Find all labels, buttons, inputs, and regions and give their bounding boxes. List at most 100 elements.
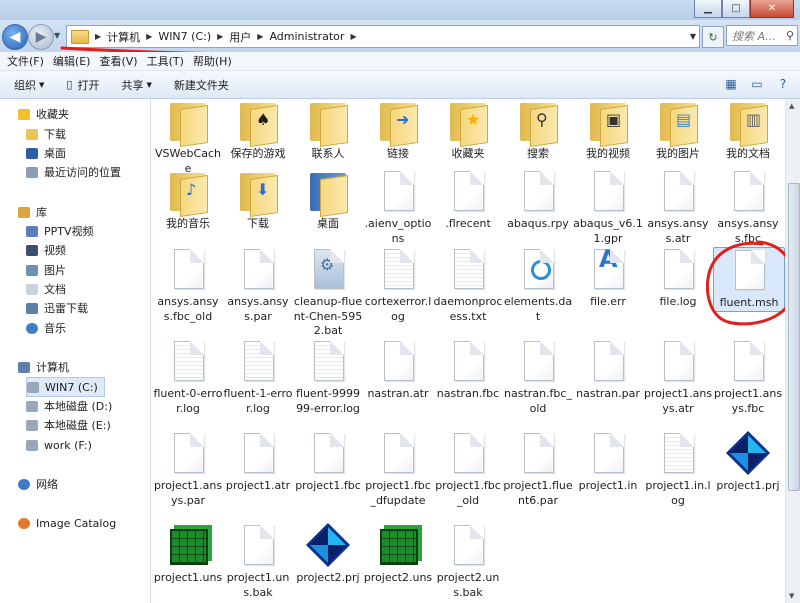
- folder-item[interactable]: 桌面: [293, 169, 363, 232]
- sidebar-item-computer[interactable]: 计算机: [18, 358, 69, 376]
- sidebar-item-desktop[interactable]: 桌面: [26, 144, 66, 162]
- folder-item[interactable]: ⬇ 下载: [223, 169, 293, 232]
- file-item[interactable]: daemonprocess.txt: [433, 247, 503, 324]
- organize-button[interactable]: 组织 ▼: [14, 77, 44, 93]
- forward-button[interactable]: ▶: [28, 24, 54, 50]
- folder-item[interactable]: ▣ 我的视频: [573, 99, 643, 162]
- breadcrumb-arrow-icon[interactable]: ▶: [95, 32, 101, 41]
- file-item-selected[interactable]: fluent.msh: [713, 247, 785, 312]
- vertical-scrollbar[interactable]: ▲ ▼: [785, 99, 800, 603]
- folder-item[interactable]: 联系人: [293, 99, 363, 162]
- file-item[interactable]: nastran.fbc_old: [503, 339, 573, 416]
- sidebar-item-drive-c[interactable]: WIN7 (C:): [26, 377, 105, 397]
- address-bar[interactable]: ▶ 计算机 ▶ WIN7 (C:) ▶ 用户 ▶ Administrator ▶…: [66, 25, 700, 48]
- file-item[interactable]: .aienv_options: [363, 169, 433, 246]
- menu-help[interactable]: 帮助(H): [193, 53, 232, 69]
- scroll-up-icon[interactable]: ▲: [789, 102, 794, 110]
- sidebar-item-pictures[interactable]: 图片: [26, 261, 66, 279]
- file-item[interactable]: .flrecent: [433, 169, 503, 232]
- sidebar-item-documents[interactable]: 文档: [26, 280, 66, 298]
- sidebar-item-downloads[interactable]: 下载: [26, 125, 66, 143]
- file-item[interactable]: ansys.ansys.par: [223, 247, 293, 324]
- share-button[interactable]: 共享 ▼: [121, 77, 151, 93]
- sidebar-item-recent[interactable]: 最近访问的位置: [26, 163, 121, 181]
- folder-item[interactable]: ★ 收藏夹: [433, 99, 503, 162]
- recent-pages-dropdown-icon[interactable]: ▼: [54, 31, 60, 40]
- new-folder-button[interactable]: 新建文件夹: [174, 77, 229, 93]
- back-button[interactable]: ◀: [2, 24, 28, 50]
- file-item[interactable]: project1.in.log: [643, 431, 713, 508]
- menu-file[interactable]: 文件(F): [7, 53, 44, 69]
- file-item[interactable]: project1.uns: [153, 523, 223, 586]
- file-item[interactable]: ansys.ansys.atr: [643, 169, 713, 246]
- scrollbar-thumb[interactable]: [788, 183, 800, 491]
- file-item[interactable]: fluent-1-error.log: [223, 339, 293, 416]
- file-item[interactable]: abaqus_v6.11.gpr: [573, 169, 643, 246]
- file-item[interactable]: Afile.err: [573, 247, 643, 310]
- sidebar-item-drive-d[interactable]: 本地磁盘 (D:): [26, 397, 112, 415]
- file-item[interactable]: nastran.par: [573, 339, 643, 402]
- file-item[interactable]: project1.ansys.par: [153, 431, 223, 508]
- file-item[interactable]: nastran.atr: [363, 339, 433, 402]
- menu-view[interactable]: 查看(V): [99, 53, 137, 69]
- view-options-icon[interactable]: ▦: [722, 76, 740, 92]
- folder-item[interactable]: ♪ 我的音乐: [153, 169, 223, 232]
- file-item[interactable]: project1.atr: [223, 431, 293, 494]
- sidebar-item-drive-f[interactable]: work (F:): [26, 436, 92, 454]
- help-icon[interactable]: ?: [774, 76, 792, 92]
- folder-item[interactable]: ⚲ 搜索: [503, 99, 573, 162]
- breadcrumb-arrow-icon[interactable]: ▶: [146, 32, 152, 41]
- file-item[interactable]: fluent-999999-error.log: [293, 339, 363, 416]
- breadcrumb-arrow-icon[interactable]: ▶: [350, 32, 356, 41]
- file-item[interactable]: ansys.ansys.fbc_old: [153, 247, 223, 324]
- breadcrumb-arrow-icon[interactable]: ▶: [217, 32, 223, 41]
- file-item[interactable]: elements.dat: [503, 247, 573, 324]
- file-item[interactable]: cortexerror.log: [363, 247, 433, 324]
- file-item[interactable]: ⚙ cleanup-fluent-Chen-5952.bat: [293, 247, 363, 339]
- breadcrumb-users[interactable]: 用户: [229, 29, 251, 45]
- folder-item[interactable]: ♠ 保存的游戏: [223, 99, 293, 162]
- refresh-button[interactable]: ↻: [702, 26, 724, 48]
- folder-item[interactable]: ▥ 我的文档: [713, 99, 783, 162]
- file-item[interactable]: project1.fluent6.par: [503, 431, 573, 508]
- menu-edit[interactable]: 编辑(E): [53, 53, 91, 69]
- sidebar-item-pptv[interactable]: PPTV视频: [26, 222, 94, 240]
- breadcrumb-arrow-icon[interactable]: ▶: [257, 32, 263, 41]
- sidebar-item-xunlei[interactable]: 迅雷下载: [26, 299, 88, 317]
- sidebar-item-image-catalog[interactable]: Image Catalog: [18, 514, 116, 532]
- file-item[interactable]: project1.prj: [713, 431, 783, 494]
- file-item[interactable]: project1.ansys.fbc: [713, 339, 783, 416]
- sidebar-item-videos[interactable]: 视频: [26, 241, 66, 259]
- folder-item[interactable]: ➜ 链接: [363, 99, 433, 162]
- sidebar-item-libraries[interactable]: 库: [18, 203, 47, 221]
- file-item[interactable]: project2.prj: [293, 523, 363, 586]
- address-dropdown-icon[interactable]: ▼: [690, 32, 696, 41]
- file-item[interactable]: fluent-0-error.log: [153, 339, 223, 416]
- file-item[interactable]: project2.uns.bak: [433, 523, 503, 600]
- open-button[interactable]: ▯ 打开: [66, 77, 99, 93]
- sidebar-item-music[interactable]: 音乐: [26, 319, 66, 337]
- breadcrumb-computer[interactable]: 计算机: [107, 29, 140, 45]
- file-item[interactable]: nastran.fbc: [433, 339, 503, 402]
- menu-tools[interactable]: 工具(T): [147, 53, 184, 69]
- sidebar-item-favorites[interactable]: 收藏夹: [18, 105, 69, 123]
- scroll-down-icon[interactable]: ▼: [789, 592, 794, 600]
- file-item[interactable]: project1.uns.bak: [223, 523, 293, 600]
- breadcrumb-administrator[interactable]: Administrator: [269, 30, 344, 43]
- folder-item[interactable]: ▤ 我的图片: [643, 99, 713, 162]
- file-item[interactable]: ansys.ansys.fbc: [713, 169, 783, 246]
- file-item[interactable]: project1.fbc_dfupdate: [363, 431, 433, 508]
- maximize-button[interactable]: □: [722, 0, 750, 18]
- file-item[interactable]: project1.in: [573, 431, 643, 494]
- preview-pane-icon[interactable]: ▭: [748, 76, 766, 92]
- breadcrumb-drive[interactable]: WIN7 (C:): [158, 30, 211, 43]
- sidebar-item-drive-e[interactable]: 本地磁盘 (E:): [26, 416, 111, 434]
- file-item[interactable]: project2.uns: [363, 523, 433, 586]
- minimize-button[interactable]: ▁: [694, 0, 722, 18]
- file-item[interactable]: file.log: [643, 247, 713, 310]
- folder-item[interactable]: VSWebCache: [153, 99, 223, 176]
- file-item[interactable]: abaqus.rpy: [503, 169, 573, 232]
- search-input[interactable]: 搜索 A... ⚲: [726, 25, 798, 46]
- close-button[interactable]: ✕: [750, 0, 794, 18]
- file-item[interactable]: project1.fbc: [293, 431, 363, 494]
